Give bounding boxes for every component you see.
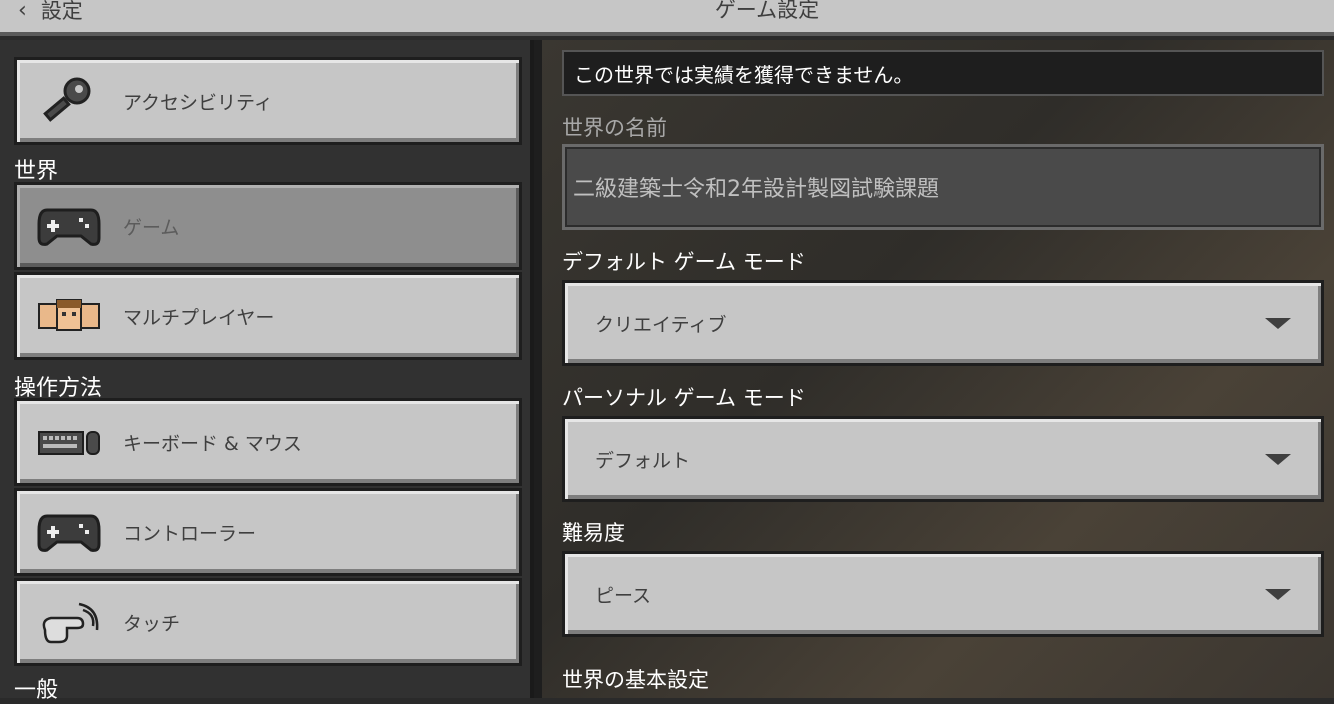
sidebar-item-accessibility[interactable]: アクセシビリティ <box>14 57 522 145</box>
players-icon <box>37 288 101 344</box>
achievements-notice: この世界では実績を獲得できません。 <box>562 50 1324 96</box>
dropdown-value: デフォルト <box>595 449 691 472</box>
dropdown-value: ピース <box>595 584 652 607</box>
key-icon <box>37 73 101 129</box>
keyboard-mouse-icon <box>37 414 101 470</box>
sidebar-item-label: タッチ <box>123 612 181 635</box>
world-preferences-label: 世界の基本設定 <box>562 668 709 692</box>
sidebar: アクセシビリティ 世界 ゲーム マルチプレイヤー 操作方法 キーボード & マウ… <box>0 40 534 703</box>
sidebar-item-label: マルチプレイヤー <box>123 306 275 329</box>
world-name-field[interactable]: 二級建築士令和2年設計製図試験課題 <box>562 144 1324 230</box>
gamepad-icon <box>37 504 101 560</box>
default-game-mode-label: デフォルト ゲーム モード <box>562 250 806 274</box>
dropdown-value: クリエイティブ <box>595 313 727 336</box>
sidebar-item-game[interactable]: ゲーム <box>14 182 522 270</box>
personal-game-mode-label: パーソナル ゲーム モード <box>562 386 806 410</box>
page-title: ゲーム設定 <box>714 0 820 22</box>
world-name-label: 世界の名前 <box>562 116 667 140</box>
sidebar-item-label: キーボード & マウス <box>123 432 302 455</box>
sidebar-item-label: コントローラー <box>123 522 257 545</box>
sidebar-item-label: ゲーム <box>123 216 180 239</box>
chevron-down-icon <box>1265 317 1291 329</box>
difficulty-label: 難易度 <box>562 521 625 545</box>
sidebar-item-controller[interactable]: コントローラー <box>14 488 522 576</box>
settings-panel: この世界では実績を獲得できません。 世界の名前 二級建築士令和2年設計製図試験課… <box>542 40 1334 698</box>
sidebar-item-touch[interactable]: タッチ <box>14 578 522 666</box>
section-world-label: 世界 <box>14 159 59 184</box>
sidebar-item-label: アクセシビリティ <box>123 91 273 114</box>
sidebar-item-multiplayer[interactable]: マルチプレイヤー <box>14 272 522 360</box>
default-game-mode-dropdown[interactable]: クリエイティブ <box>562 280 1324 366</box>
personal-game-mode-dropdown[interactable]: デフォルト <box>562 416 1324 502</box>
section-general-label: 一般 <box>14 678 59 703</box>
chevron-down-icon <box>1265 453 1291 465</box>
sidebar-item-keyboard-mouse[interactable]: キーボード & マウス <box>14 398 522 486</box>
top-bar: ‹ 設定 ゲーム設定 <box>0 0 1334 36</box>
chevron-down-icon <box>1265 588 1291 600</box>
gamepad-icon <box>37 198 101 254</box>
difficulty-dropdown[interactable]: ピース <box>562 551 1324 637</box>
touch-icon <box>37 594 101 650</box>
panel-divider <box>534 40 542 698</box>
